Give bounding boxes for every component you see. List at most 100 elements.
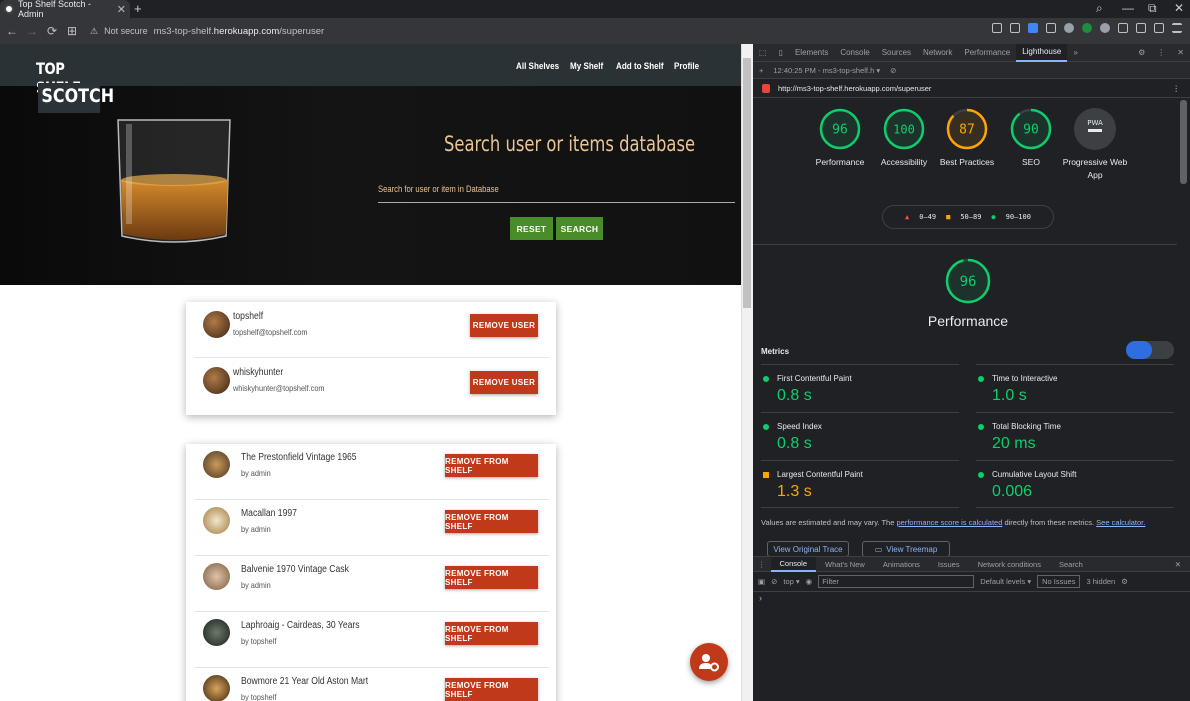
w-icon[interactable] bbox=[1100, 23, 1110, 33]
cube-icon[interactable] bbox=[1118, 23, 1128, 33]
view-original-trace-button[interactable]: View Original Trace bbox=[767, 541, 849, 557]
url-text[interactable]: ms3-top-shelf.herokuapp.com/superuser bbox=[154, 26, 325, 37]
console-prompt[interactable]: › bbox=[759, 593, 762, 603]
gauge-performance[interactable]: 96 bbox=[819, 108, 861, 150]
forward-button[interactable]: → bbox=[22, 24, 42, 38]
nav-my-shelf[interactable]: My Shelf bbox=[570, 61, 603, 72]
pwa-badge-icon[interactable]: PWA bbox=[1074, 108, 1116, 150]
download-icon[interactable] bbox=[1154, 23, 1164, 33]
remove-from-shelf-button[interactable]: REMOVE FROM SHELF bbox=[445, 678, 538, 701]
shield-icon[interactable] bbox=[1028, 23, 1038, 33]
remove-user-button[interactable]: REMOVE USER bbox=[470, 314, 538, 337]
gauge-accessibility[interactable]: 100 bbox=[883, 108, 925, 150]
drawer-menu-icon[interactable]: ⋮ bbox=[753, 557, 771, 572]
console-filter-input[interactable]: Filter bbox=[818, 575, 975, 588]
inspect-icon[interactable]: ⬚ bbox=[753, 44, 773, 62]
close-window-button[interactable]: ✕ bbox=[1174, 1, 1184, 15]
performance-gauge-large: 96 bbox=[945, 258, 991, 304]
sidebar-toggle-icon[interactable]: ▣ bbox=[758, 577, 765, 586]
drawer-tab-search[interactable]: Search bbox=[1050, 557, 1092, 572]
reset-button[interactable]: RESET bbox=[510, 217, 553, 240]
view-treemap-button[interactable]: ▭ View Treemap bbox=[862, 541, 950, 557]
metrics-view-toggle-active[interactable] bbox=[1126, 341, 1152, 359]
metric-name: Speed Index bbox=[777, 422, 822, 431]
search-input[interactable]: Search for user or item in Database bbox=[378, 184, 499, 194]
logo-top[interactable]: TOP SHELF bbox=[36, 59, 98, 97]
tab-performance[interactable]: Performance bbox=[958, 44, 1016, 62]
restore-button[interactable]: ⧉ bbox=[1148, 1, 1157, 16]
devtools-scrollbar-thumb[interactable] bbox=[1180, 100, 1187, 184]
drawer-tab-whats-new[interactable]: What's New bbox=[816, 557, 874, 572]
item-thumbnail bbox=[203, 675, 230, 701]
clear-console-icon[interactable]: ⊘ bbox=[771, 577, 777, 586]
search-button[interactable]: SEARCH bbox=[556, 217, 603, 240]
item-name: Balvenie 1970 Vintage Cask bbox=[241, 564, 349, 575]
search-tabs-icon[interactable]: ⌕ bbox=[1096, 1, 1103, 16]
tab-network[interactable]: Network bbox=[917, 44, 958, 62]
tab-sources[interactable]: Sources bbox=[876, 44, 917, 62]
drawer-tab-network-conditions[interactable]: Network conditions bbox=[969, 557, 1050, 572]
more-tabs-icon[interactable]: » bbox=[1067, 44, 1083, 62]
device-toggle-icon[interactable]: ▯ bbox=[773, 44, 789, 62]
play-icon[interactable] bbox=[1046, 23, 1056, 33]
new-tab-button[interactable]: + bbox=[134, 1, 142, 16]
nav-all-shelves[interactable]: All Shelves bbox=[516, 61, 559, 72]
new-report-icon[interactable]: + bbox=[759, 66, 763, 75]
pass-circle-icon bbox=[978, 376, 984, 382]
report-selector[interactable]: 12:40:25 PM - ms3-top-shelf.h ▾ bbox=[773, 66, 880, 75]
menu-icon[interactable] bbox=[1172, 23, 1182, 33]
remove-from-shelf-button[interactable]: REMOVE FROM SHELF bbox=[445, 566, 538, 589]
close-devtools-icon[interactable]: ✕ bbox=[1171, 44, 1190, 62]
see-calculator-link[interactable]: See calculator. bbox=[1096, 518, 1145, 527]
not-secure-warning-icon[interactable]: ⚠ bbox=[90, 26, 98, 37]
drawer-tab-issues[interactable]: Issues bbox=[929, 557, 969, 572]
console-settings-icon[interactable]: ⚙ bbox=[1121, 577, 1128, 586]
logo-bottom[interactable]: SCOTCH bbox=[38, 83, 114, 113]
drawer-tab-animations[interactable]: Animations bbox=[874, 557, 929, 572]
nav-add-to-shelf[interactable]: Add to Shelf bbox=[616, 61, 664, 72]
share-icon[interactable] bbox=[992, 23, 1002, 33]
issues-button[interactable]: No Issues bbox=[1037, 575, 1081, 588]
cast-icon[interactable] bbox=[1136, 23, 1146, 33]
gauge-label: Best Practices bbox=[939, 157, 995, 167]
nav-profile[interactable]: Profile bbox=[674, 61, 699, 72]
back-button[interactable]: ← bbox=[2, 24, 22, 38]
minimize-button[interactable]: — bbox=[1122, 1, 1134, 15]
gauge-best-practices[interactable]: 87 bbox=[946, 108, 988, 150]
heart-icon[interactable] bbox=[1064, 23, 1074, 33]
svg-text:87: 87 bbox=[959, 123, 975, 138]
kebab-menu-icon[interactable]: ⋮ bbox=[1151, 44, 1171, 62]
log-levels-selector[interactable]: Default levels ▾ bbox=[980, 577, 1031, 586]
clear-icon[interactable]: ⊘ bbox=[890, 66, 896, 75]
camera-icon[interactable] bbox=[1010, 23, 1020, 33]
settings-gear-icon[interactable]: ⚙ bbox=[1132, 44, 1151, 62]
page-scrollbar-thumb[interactable] bbox=[743, 58, 751, 308]
browser-tab[interactable]: Top Shelf Scotch - Admin ✕ bbox=[0, 0, 130, 19]
close-drawer-icon[interactable]: ✕ bbox=[1166, 557, 1190, 572]
remove-from-shelf-button[interactable]: REMOVE FROM SHELF bbox=[445, 454, 538, 477]
a-icon[interactable] bbox=[1082, 23, 1092, 33]
apps-icon[interactable]: ⊞ bbox=[62, 24, 82, 38]
shelf-items-card: The Prestonfield Vintage 1965 by admin R… bbox=[186, 444, 556, 701]
admin-user-settings-button[interactable] bbox=[690, 643, 728, 681]
address-bar[interactable]: ⚠ Not secure ms3-top-shelf.herokuapp.com… bbox=[90, 26, 324, 37]
gauge-seo[interactable]: 90 bbox=[1010, 108, 1052, 150]
tab-close-icon[interactable]: ✕ bbox=[117, 3, 126, 16]
eye-icon[interactable]: ◉ bbox=[806, 577, 813, 586]
reload-button[interactable]: ⟳ bbox=[42, 24, 62, 38]
tab-elements[interactable]: Elements bbox=[789, 44, 834, 62]
remove-from-shelf-button[interactable]: REMOVE FROM SHELF bbox=[445, 510, 538, 533]
pass-circle-icon bbox=[978, 424, 984, 430]
report-menu-icon[interactable]: ⋮ bbox=[1173, 84, 1181, 93]
remove-user-button[interactable]: REMOVE USER bbox=[470, 371, 538, 394]
score-calc-link[interactable]: performance score is calculated bbox=[896, 518, 1002, 527]
user-name: whiskyhunter bbox=[233, 367, 284, 378]
avatar bbox=[203, 367, 230, 394]
remove-from-shelf-button[interactable]: REMOVE FROM SHELF bbox=[445, 622, 538, 645]
tab-lighthouse[interactable]: Lighthouse bbox=[1016, 43, 1068, 62]
security-label[interactable]: Not secure bbox=[104, 26, 148, 36]
tab-console[interactable]: Console bbox=[834, 44, 875, 62]
context-selector[interactable]: top ▾ bbox=[783, 577, 799, 586]
drawer-tab-console[interactable]: Console bbox=[770, 556, 817, 572]
audited-url[interactable]: http://ms3-top-shelf.herokuapp.com/super… bbox=[778, 84, 931, 93]
